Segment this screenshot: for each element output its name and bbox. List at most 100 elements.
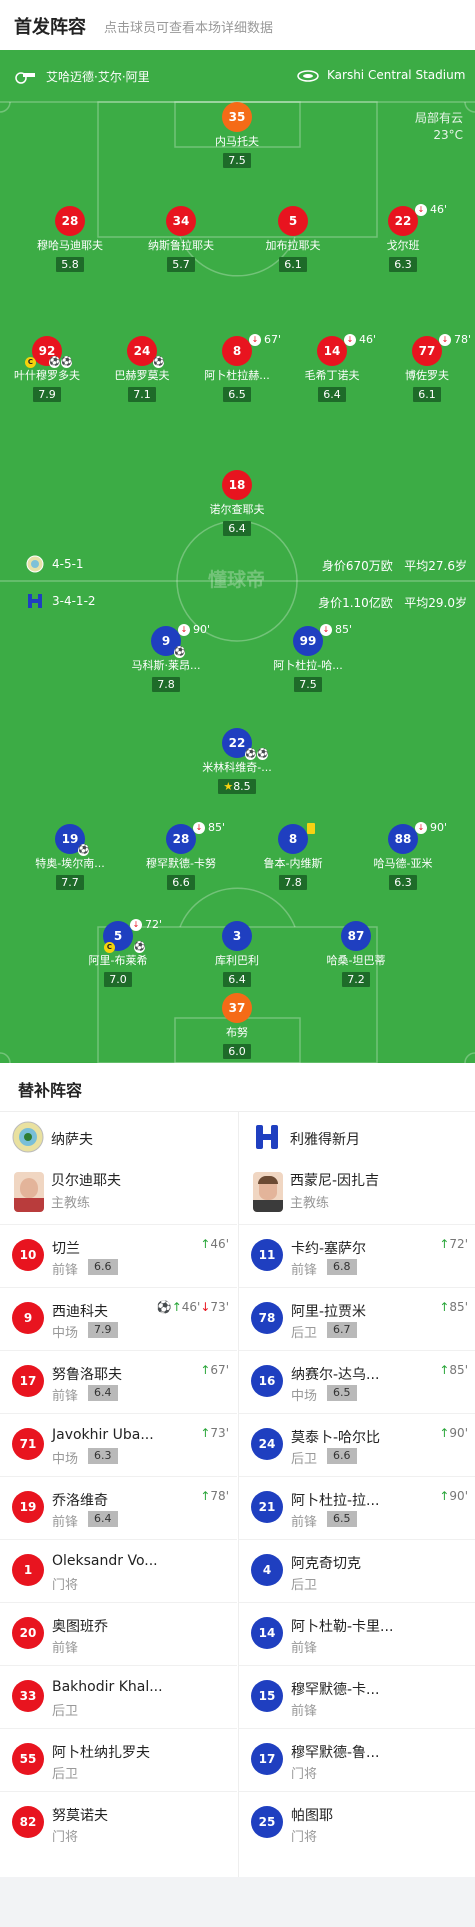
player-away-gk[interactable]: 37 布努 6.0	[182, 993, 292, 1059]
bench-player[interactable]: 55 阿卜杜纳扎罗夫 后卫	[0, 1728, 237, 1792]
bench-section-header: 替补阵容	[0, 1063, 475, 1112]
player-away-am[interactable]: 22 米林科维奇-... ★8.5 ⚽ ⚽	[182, 728, 292, 794]
assist-icon: ⚽	[49, 357, 61, 368]
sub-out-icon: ↓	[200, 1300, 211, 1314]
bench-away-coach[interactable]: 西蒙尼-因扎吉 主教练	[239, 1162, 475, 1224]
bench-player[interactable]: 10 切兰 前锋 6.6 ↑46'	[0, 1224, 237, 1288]
nasaf-logo-icon	[12, 1121, 44, 1153]
bench-away: 利雅得新月 西蒙尼-因扎吉 主教练 11 卡约-塞萨尔 前锋 6.8 ↑72' …	[238, 1112, 475, 1877]
sub-in-icon: ↑	[439, 1426, 450, 1440]
home-value-age: 身价670万欧 平均27.6岁	[321, 559, 467, 573]
goal-icon: ⚽	[153, 357, 165, 368]
sub-out-icon: ↓	[439, 334, 451, 346]
bench-player[interactable]: 17 努鲁洛耶夫 前锋 6.4 ↑67'	[0, 1350, 237, 1414]
sub-out-icon: ↓	[130, 919, 142, 931]
goal-icon: ⚽	[78, 845, 90, 856]
bench-title: 替补阵容	[18, 1081, 83, 1100]
weather-text: 局部有云	[414, 111, 463, 125]
sub-out-icon: ↓	[344, 334, 356, 346]
player-home-mid[interactable]: 24 巴赫罗莫夫 7.1 ⚽	[87, 336, 197, 402]
sub-in-icon: ↑	[200, 1237, 211, 1251]
bench-player[interactable]: 14 阿卜杜勒-卡里... 前锋	[239, 1602, 475, 1666]
bench-player[interactable]: 15 穆罕默德-卡... 前锋	[239, 1665, 475, 1729]
player-home-mid[interactable]: 8 阿卜杜拉赫... 6.5 ↓ 67'	[182, 333, 292, 402]
bench-lists: 纳萨夫 贝尔迪耶夫 主教练 10 切兰 前锋 6.6 ↑46' 9 西迪科夫 中…	[0, 1112, 475, 1877]
sub-in-icon: ↑	[200, 1426, 211, 1440]
coach-avatar	[253, 1172, 283, 1212]
referee-info: 艾哈迈德·艾尔·阿里	[14, 68, 150, 85]
goal-icon: ⚽	[245, 749, 257, 760]
player-home-def[interactable]: 28 穆哈马迪耶夫 5.8	[15, 206, 125, 272]
weather-info: 局部有云 23°C	[415, 110, 463, 144]
bench-player[interactable]: 20 奥图班乔 前锋	[0, 1602, 237, 1666]
player-away-mid[interactable]: 88 哈马德-亚米 6.3 ↓ 90'	[348, 821, 458, 890]
bench-player[interactable]: 78 阿里-拉贾米 后卫 6.7 ↑85'	[239, 1287, 475, 1351]
bench-player[interactable]: 82 努莫诺夫 门将	[0, 1791, 237, 1855]
bench-player[interactable]: 4 阿克奇切克 后卫	[239, 1539, 475, 1603]
bench-player[interactable]: 24 莫泰卜-哈尔比 后卫 6.6 ↑90'	[239, 1413, 475, 1477]
pitch: 艾哈迈德·艾尔·阿里 Karshi Central Stadium 局部有云 2…	[0, 50, 475, 1063]
away-team-logo-icon	[28, 594, 42, 608]
sub-in-icon: ↑	[200, 1489, 211, 1503]
player-away-mid[interactable]: 28 穆罕默德-卡努 6.6 ↓ 85'	[126, 821, 236, 890]
bench-player[interactable]: 11 卡约-塞萨尔 前锋 6.8 ↑72'	[239, 1224, 475, 1288]
bench-home: 纳萨夫 贝尔迪耶夫 主教练 10 切兰 前锋 6.6 ↑46' 9 西迪科夫 中…	[0, 1112, 237, 1877]
lineup-title: 首发阵容	[14, 17, 86, 38]
player-away-def[interactable]: 87 哈桑-坦巴蒂 7.2	[301, 921, 411, 987]
bench-player[interactable]: 33 Bakhodir Khal... 后卫	[0, 1665, 237, 1729]
player-home-gk[interactable]: 35 内马托夫 7.5	[182, 102, 292, 168]
home-team-logo-icon	[26, 555, 44, 573]
goal-icon: ⚽	[156, 1300, 172, 1314]
player-home-def[interactable]: 22 戈尔班 6.3 ↓ 46'	[348, 203, 458, 272]
stadium-info: Karshi Central Stadium	[297, 68, 465, 82]
captain-icon: C	[104, 942, 115, 953]
coach-avatar	[14, 1172, 44, 1212]
al-hilal-logo-icon	[256, 1125, 278, 1149]
captain-icon: C	[25, 357, 36, 368]
sub-in-icon: ↑	[200, 1363, 211, 1377]
sub-out-icon: ↓	[178, 624, 190, 636]
bench-home-team[interactable]: 纳萨夫	[0, 1112, 237, 1162]
bench-player[interactable]: 25 帕图耶 门将	[239, 1791, 475, 1855]
sub-out-icon: ↓	[193, 822, 205, 834]
stadium-icon	[297, 70, 319, 82]
home-formation: 4-5-1	[26, 555, 84, 573]
lineup-header: 首发阵容 点击球员可查看本场详细数据	[0, 0, 475, 50]
bench-player[interactable]: 17 穆罕默德-鲁... 门将	[239, 1728, 475, 1792]
player-home-fwd[interactable]: 18 诺尔查耶夫 6.4	[182, 470, 292, 536]
sub-out-icon: ↓	[415, 204, 427, 216]
sub-in-icon: ↑	[439, 1363, 450, 1377]
player-away-def[interactable]: 5 阿里-布莱希 7.0 ↓ 72' C ⚽	[63, 918, 173, 987]
bench-player[interactable]: 16 纳赛尔-达乌... 中场 6.5 ↑85'	[239, 1350, 475, 1414]
stadium-name: Karshi Central Stadium	[327, 68, 466, 82]
bench-home-coach[interactable]: 贝尔迪耶夫 主教练	[0, 1162, 237, 1224]
sub-in-icon: ↑	[439, 1489, 450, 1503]
whistle-icon	[15, 71, 35, 84]
away-formation: 3-4-1-2	[26, 592, 96, 610]
referee-name: 艾哈迈德·艾尔·阿里	[46, 70, 150, 84]
star-icon: ★	[223, 780, 234, 793]
sub-out-icon: ↓	[249, 334, 261, 346]
bench-away-team[interactable]: 利雅得新月	[239, 1112, 475, 1162]
sub-out-icon: ↓	[320, 624, 332, 636]
yellow-card-icon	[307, 823, 315, 834]
player-away-mid[interactable]: 19 特奥-埃尔南... 7.7 ⚽	[15, 824, 125, 890]
player-away-fwd[interactable]: 9 马科斯·莱昂... 7.8 ↓ 90' ⚽	[111, 623, 221, 692]
bench-player[interactable]: 9 西迪科夫 中场 7.9 ⚽↑46'↓73'	[0, 1287, 237, 1351]
bench-player[interactable]: 1 Oleksandr Vo... 门将	[0, 1539, 237, 1603]
lineup-subtitle: 点击球员可查看本场详细数据	[104, 21, 274, 36]
bench-player[interactable]: 71 Javokhir Uba... 中场 6.3 ↑73'	[0, 1413, 237, 1477]
player-home-def[interactable]: 34 纳斯鲁拉耶夫 5.7	[126, 206, 236, 272]
bench-player[interactable]: 21 阿卜杜拉-拉... 前锋 6.5 ↑90'	[239, 1476, 475, 1540]
sub-in-icon: ↑	[439, 1300, 450, 1314]
sub-in-icon: ↑	[439, 1237, 450, 1251]
bench-player[interactable]: 19 乔洛维奇 前锋 6.4 ↑78'	[0, 1476, 237, 1540]
player-home-mid[interactable]: 14 毛希丁诺夫 6.4 ↓ 46'	[277, 333, 387, 402]
player-away-mid[interactable]: 8 鲁本-内维斯 7.8	[238, 823, 348, 890]
sub-in-icon: ↑	[171, 1300, 182, 1314]
player-home-mid[interactable]: 77 博佐罗夫 6.1 ↓ 78'	[372, 333, 475, 402]
player-away-fwd[interactable]: 99 阿卜杜拉-哈... 7.5 ↓ 85'	[253, 623, 363, 692]
player-away-def[interactable]: 3 库利巴利 6.4	[182, 921, 292, 987]
player-home-def[interactable]: 5 加布拉耶夫 6.1	[238, 206, 348, 272]
assist-icon: ⚽	[134, 942, 146, 953]
